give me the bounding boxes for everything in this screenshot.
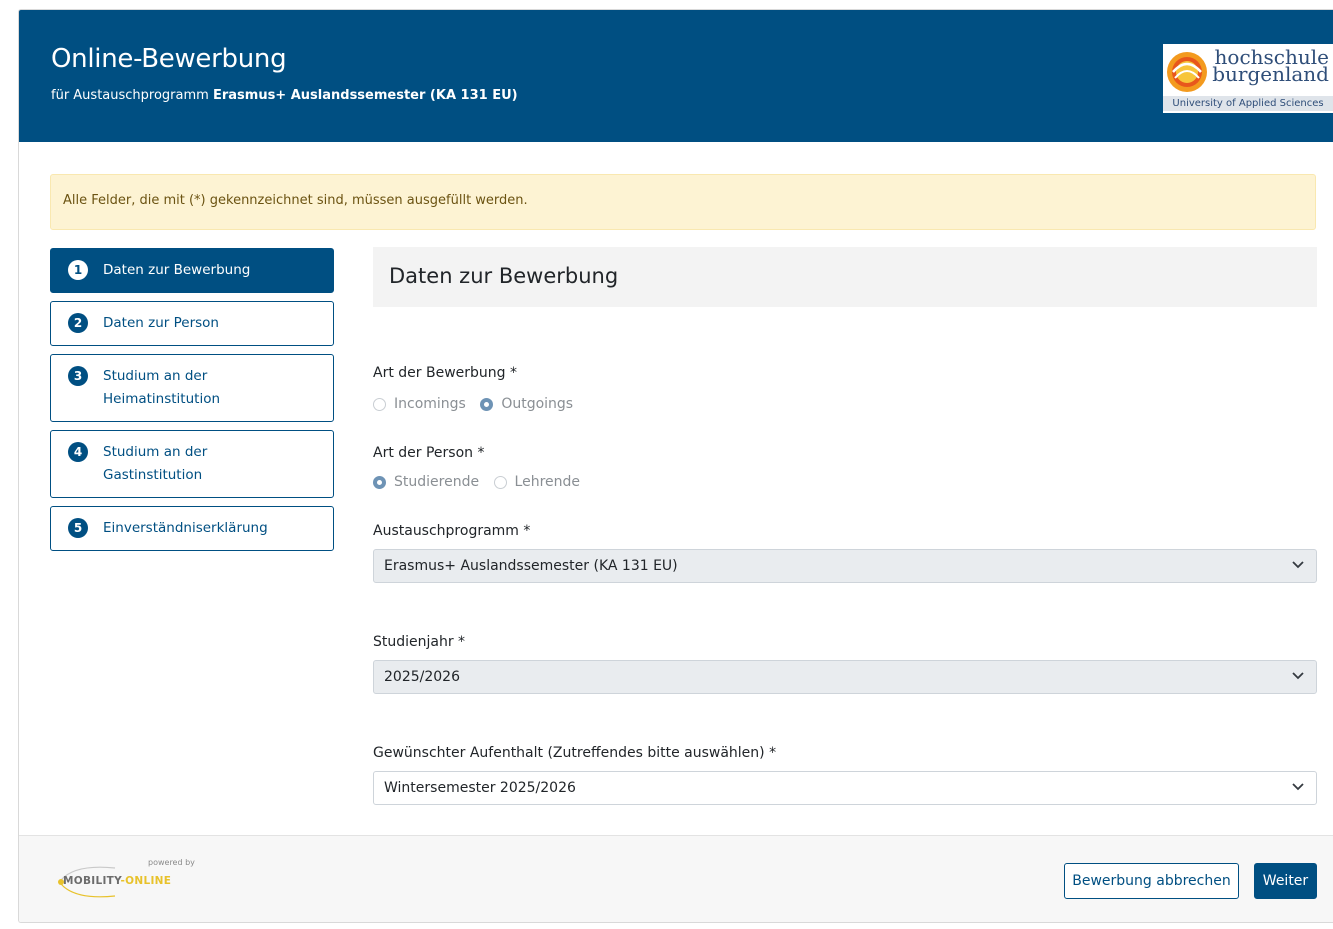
application-card: Online-Bewerbung für Austauschprogramm E… (18, 9, 1333, 923)
logo-line-2: burgenland (1212, 62, 1329, 86)
radio-lehrende[interactable]: Lehrende (493, 474, 581, 490)
step-number-badge: 1 (68, 260, 88, 280)
step-studium-heimatinstitution[interactable]: 3 Studium an der Heimatinstitution (50, 354, 334, 422)
academic-year-select[interactable]: 2025/2026 (373, 660, 1317, 694)
step-daten-zur-person[interactable]: 2 Daten zur Person (50, 301, 334, 346)
mobility-online-logo: powered by MOBILITY-ONLINE (55, 858, 205, 904)
step-studium-gastinstitution[interactable]: 4 Studium an der Gastinstitution (50, 430, 334, 498)
radio-checked-icon (480, 397, 494, 411)
page-footer: powered by MOBILITY-ONLINE Bewerbung abb… (19, 835, 1333, 922)
step-label: Daten zur Bewerbung (103, 262, 251, 278)
desired-stay-label: Gewünschter Aufenthalt (Zutreffendes bit… (373, 745, 777, 761)
step-label: Studium an der Heimatinstitution (103, 368, 221, 407)
radio-unchecked-icon (493, 475, 507, 489)
application-type-radio-group: Incomings Outgoings (373, 396, 583, 415)
radio-label: Incomings (394, 396, 466, 412)
page-subtitle: für Austauschprogramm Erasmus+ Auslandss… (51, 88, 518, 103)
alert-text: Alle Felder, die mit (*) gekennzeichnet … (63, 193, 528, 208)
exchange-program-label: Austauschprogramm * (373, 523, 531, 539)
radio-checked-icon (373, 475, 386, 489)
subtitle-prefix: für Austauschprogramm (51, 88, 209, 103)
step-label: Studium an der Gastinstitution (103, 444, 208, 483)
person-type-label: Art der Person * (373, 445, 485, 461)
radio-label: Outgoings (501, 396, 574, 412)
logo-line-3: University of Applied Sciences (1163, 96, 1333, 111)
radio-incomings[interactable]: Incomings (373, 396, 466, 412)
cancel-application-button[interactable]: Bewerbung abbrechen (1064, 863, 1239, 899)
section-title: Daten zur Bewerbung (373, 247, 1317, 307)
brand-part-2: -ONLINE (120, 875, 172, 887)
step-navigation: 1 Daten zur Bewerbung 2 Daten zur Person… (50, 248, 334, 559)
brand-wordmark: MOBILITY-ONLINE (63, 875, 171, 887)
desired-stay-select[interactable]: Wintersemester 2025/2026 (373, 771, 1317, 805)
step-daten-zur-bewerbung[interactable]: 1 Daten zur Bewerbung (50, 248, 334, 293)
select-value: Erasmus+ Auslandssemester (KA 131 EU) (384, 558, 678, 574)
radio-unchecked-icon (373, 397, 386, 411)
person-type-radio-group: Studierende Lehrende (373, 474, 590, 493)
radio-studierende[interactable]: Studierende (373, 474, 479, 490)
powered-by-text: powered by (148, 858, 195, 867)
step-number-badge: 4 (68, 442, 88, 462)
step-label: Daten zur Person (103, 315, 219, 331)
page-header: Online-Bewerbung für Austauschprogramm E… (19, 10, 1333, 142)
step-einverstaendniserklaerung[interactable]: 5 Einverständniserklärung (50, 506, 334, 551)
radio-label: Lehrende (514, 474, 581, 490)
radio-label: Studierende (394, 474, 480, 490)
exchange-program-select[interactable]: Erasmus+ Auslandssemester (KA 131 EU) (373, 549, 1317, 583)
step-number-badge: 5 (68, 518, 88, 538)
required-fields-alert: Alle Felder, die mit (*) gekennzeichnet … (50, 174, 1316, 230)
brand-part-1: MOBILITY (63, 875, 121, 887)
chevron-down-icon (1292, 783, 1304, 791)
chevron-down-icon (1292, 561, 1304, 569)
step-number-badge: 2 (68, 313, 88, 333)
page-title: Online-Bewerbung (51, 44, 287, 74)
sun-logo-icon (1167, 52, 1207, 92)
select-value: 2025/2026 (384, 669, 460, 685)
step-label: Einverständniserklärung (103, 520, 268, 536)
radio-outgoings[interactable]: Outgoings (480, 396, 573, 412)
select-value: Wintersemester 2025/2026 (384, 780, 576, 796)
academic-year-label: Studienjahr * (373, 634, 466, 650)
subtitle-program: Erasmus+ Auslandssemester (KA 131 EU) (212, 88, 518, 103)
next-button[interactable]: Weiter (1254, 863, 1317, 899)
application-type-label: Art der Bewerbung * (373, 365, 517, 381)
university-logo: hochschule burgenland University of Appl… (1163, 44, 1333, 113)
step-number-badge: 3 (68, 366, 88, 386)
chevron-down-icon (1292, 672, 1304, 680)
